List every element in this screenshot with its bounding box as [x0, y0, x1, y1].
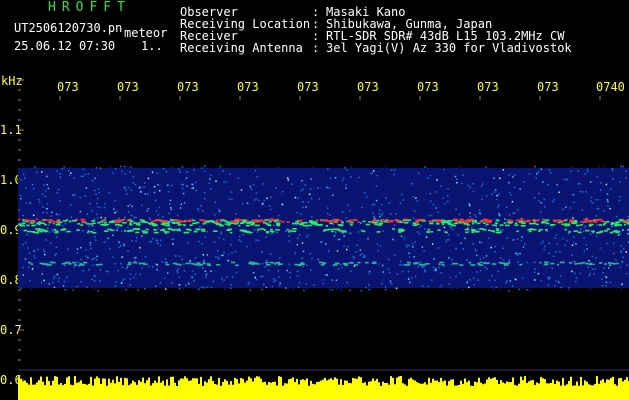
spectrogram-noise	[18, 165, 629, 292]
amplitude-bar	[18, 376, 629, 400]
spectrogram	[18, 79, 629, 400]
